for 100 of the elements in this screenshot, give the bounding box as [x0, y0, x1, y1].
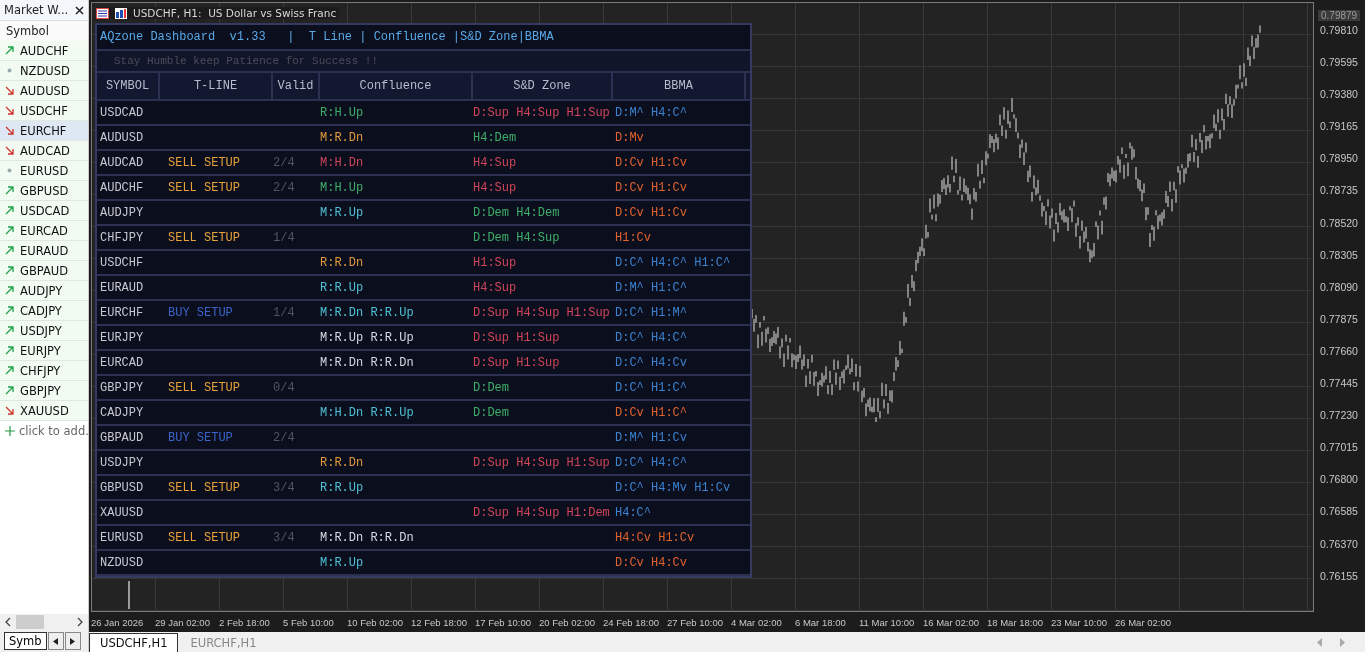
- table-cell: M:H.Dn: [320, 155, 364, 170]
- up-arrow-icon: [5, 386, 14, 395]
- symbol-row[interactable]: GBPAUD: [0, 261, 88, 281]
- table-cell: R:H.Up: [320, 105, 364, 120]
- right-chevron-icon[interactable]: [76, 617, 84, 627]
- table-cell: H4:Sup: [473, 180, 517, 195]
- table-cell: M:R.Up: [320, 555, 364, 570]
- up-arrow-icon: [5, 286, 14, 295]
- table-cell: R:R.Dn: [320, 455, 364, 470]
- table-cell: R:R.Up: [320, 280, 364, 295]
- table-cell: D:Dem: [473, 380, 509, 395]
- time-label: 4 Mar 02:00: [731, 616, 783, 628]
- tab-scroll-right[interactable]: [64, 632, 81, 650]
- time-label: 16 Mar 02:00: [923, 616, 980, 628]
- symbol-row[interactable]: CHFJPY: [0, 361, 88, 381]
- chart-tab[interactable]: USDCHF,H1: [89, 633, 179, 652]
- symbol-row[interactable]: EURCAD: [0, 221, 88, 241]
- table-cell: M:H.Dn R:R.Up: [320, 405, 414, 420]
- price-label: 0.77230: [1319, 408, 1359, 424]
- dot-icon: [5, 66, 14, 75]
- left-chevron-icon[interactable]: [4, 617, 12, 627]
- symbol-row[interactable]: USDCAD: [0, 201, 88, 221]
- symbol-row[interactable]: EURJPY: [0, 341, 88, 361]
- table-cell-text: USDJPY: [99, 454, 145, 472]
- table-cell: 2/4: [273, 180, 295, 195]
- scroll-thumb[interactable]: [16, 615, 44, 629]
- table-cell: D:Cv H1:Cv: [615, 205, 687, 220]
- table-cell: SELL SETUP: [168, 530, 240, 545]
- table-cell: D:Sup H4:Sup H1:Sup: [473, 305, 610, 320]
- price-label: 0.76800: [1319, 472, 1359, 488]
- table-cell: D:C^ H4:Mv H1:Cv: [615, 480, 731, 495]
- up-arrow-icon: [5, 226, 14, 235]
- time-label: 27 Feb 10:00: [667, 616, 724, 628]
- symbol-row[interactable]: EURAUD: [0, 241, 88, 261]
- time-label: 26 Mar 02:00: [1115, 616, 1172, 628]
- price-label: 0.76155: [1319, 568, 1359, 584]
- table-cell: D:M^ H4:C^: [615, 105, 687, 120]
- table-cell: SELL SETUP: [168, 380, 240, 395]
- price-tag: 0.79879: [1318, 10, 1361, 21]
- table-cell: BUY SETUP: [168, 305, 233, 320]
- table-cell-text: GBPAUD: [99, 429, 145, 447]
- left-triangle-icon: [53, 637, 59, 645]
- column-header[interactable]: Symbol: [0, 21, 88, 41]
- column-header: Confluence: [320, 73, 473, 99]
- time-label: 24 Feb 18:00: [603, 616, 660, 628]
- plus-icon: [5, 425, 15, 436]
- table-cell-text: USDCAD: [99, 104, 145, 122]
- table-cell: D:Cv H1:C^: [615, 405, 687, 420]
- symbol-row[interactable]: USDJPY: [0, 321, 88, 341]
- table-cell: M:R.Dn R:R.Up: [320, 305, 414, 320]
- table-cell: SELL SETUP: [168, 180, 240, 195]
- table-cell: M:H.Up: [320, 180, 364, 195]
- symbol-row[interactable]: EURCHF: [0, 121, 88, 141]
- table-cell: D:Sup H4:Sup H1:Dem: [473, 505, 610, 520]
- table-cell-text: XAUUSD: [99, 504, 145, 522]
- price-label: 0.78305: [1319, 247, 1359, 263]
- price-label: 0.78950: [1319, 151, 1359, 167]
- table-cell-text: GBPJPY: [99, 379, 145, 397]
- symbol-row[interactable]: GBPJPY: [0, 381, 88, 401]
- table-cell: H4:Dem: [473, 130, 517, 145]
- up-arrow-icon: [5, 326, 14, 335]
- price-label: 0.77660: [1319, 343, 1359, 359]
- table-cell: D:C^ H4:Cv: [615, 355, 687, 370]
- time-label: 6 Mar 18:00: [795, 616, 847, 628]
- symbol-row[interactable]: AUDUSD: [0, 81, 88, 101]
- table-cell: D:C^ H4:C^ H1:C^: [615, 255, 731, 270]
- symbol-row[interactable]: NZDUSD: [0, 61, 88, 81]
- symbol-row[interactable]: AUDCAD: [0, 141, 88, 161]
- up-arrow-icon: [5, 206, 14, 215]
- panel-tab[interactable]: Symb: [4, 632, 47, 650]
- close-icon[interactable]: [75, 5, 84, 15]
- symbol-row[interactable]: CADJPY: [0, 301, 88, 321]
- table-cell: D:Cv H4:Cv: [615, 555, 687, 570]
- table-cell: D:Sup H4:Sup H1:Sup: [473, 105, 610, 120]
- symbol-row[interactable]: EURUSD: [0, 161, 88, 181]
- table-cell: D:Cv H1:Cv: [615, 155, 687, 170]
- down-arrow-icon: [5, 146, 14, 155]
- down-arrow-icon: [5, 106, 14, 115]
- symbol-row[interactable]: XAUUSD: [0, 401, 88, 421]
- table-cell-text: EURCHF: [99, 304, 145, 322]
- horizontal-scrollbar[interactable]: [0, 614, 88, 630]
- table-cell: D:Sup H1:Sup: [473, 330, 560, 345]
- table-cell: D:C^ H1:C^: [615, 380, 687, 395]
- tab-scroll-left[interactable]: [47, 632, 64, 650]
- price-label: 0.77445: [1319, 376, 1359, 392]
- table-cell: H4:Sup: [473, 280, 517, 295]
- table-cell: D:M^ H1:C^: [615, 280, 687, 295]
- symbol-row[interactable]: USDCHF: [0, 101, 88, 121]
- symbol-row[interactable]: AUDJPY: [0, 281, 88, 301]
- column-header: SYMBOL: [97, 73, 160, 99]
- time-label: 5 Feb 10:00: [283, 616, 335, 628]
- table-cell: D:Dem H4:Sup: [473, 230, 560, 245]
- table-cell: H1:Cv: [615, 230, 651, 245]
- table-cell: 3/4: [273, 530, 295, 545]
- price-label: 0.77015: [1319, 440, 1359, 456]
- symbol-row[interactable]: GBPUSD: [0, 181, 88, 201]
- table-cell: SELL SETUP: [168, 155, 240, 170]
- chart-area[interactable]: [91, 2, 1314, 612]
- table-cell: M:R.Dn R:R.Dn: [320, 530, 414, 545]
- symbol-row[interactable]: AUDCHF: [0, 41, 88, 61]
